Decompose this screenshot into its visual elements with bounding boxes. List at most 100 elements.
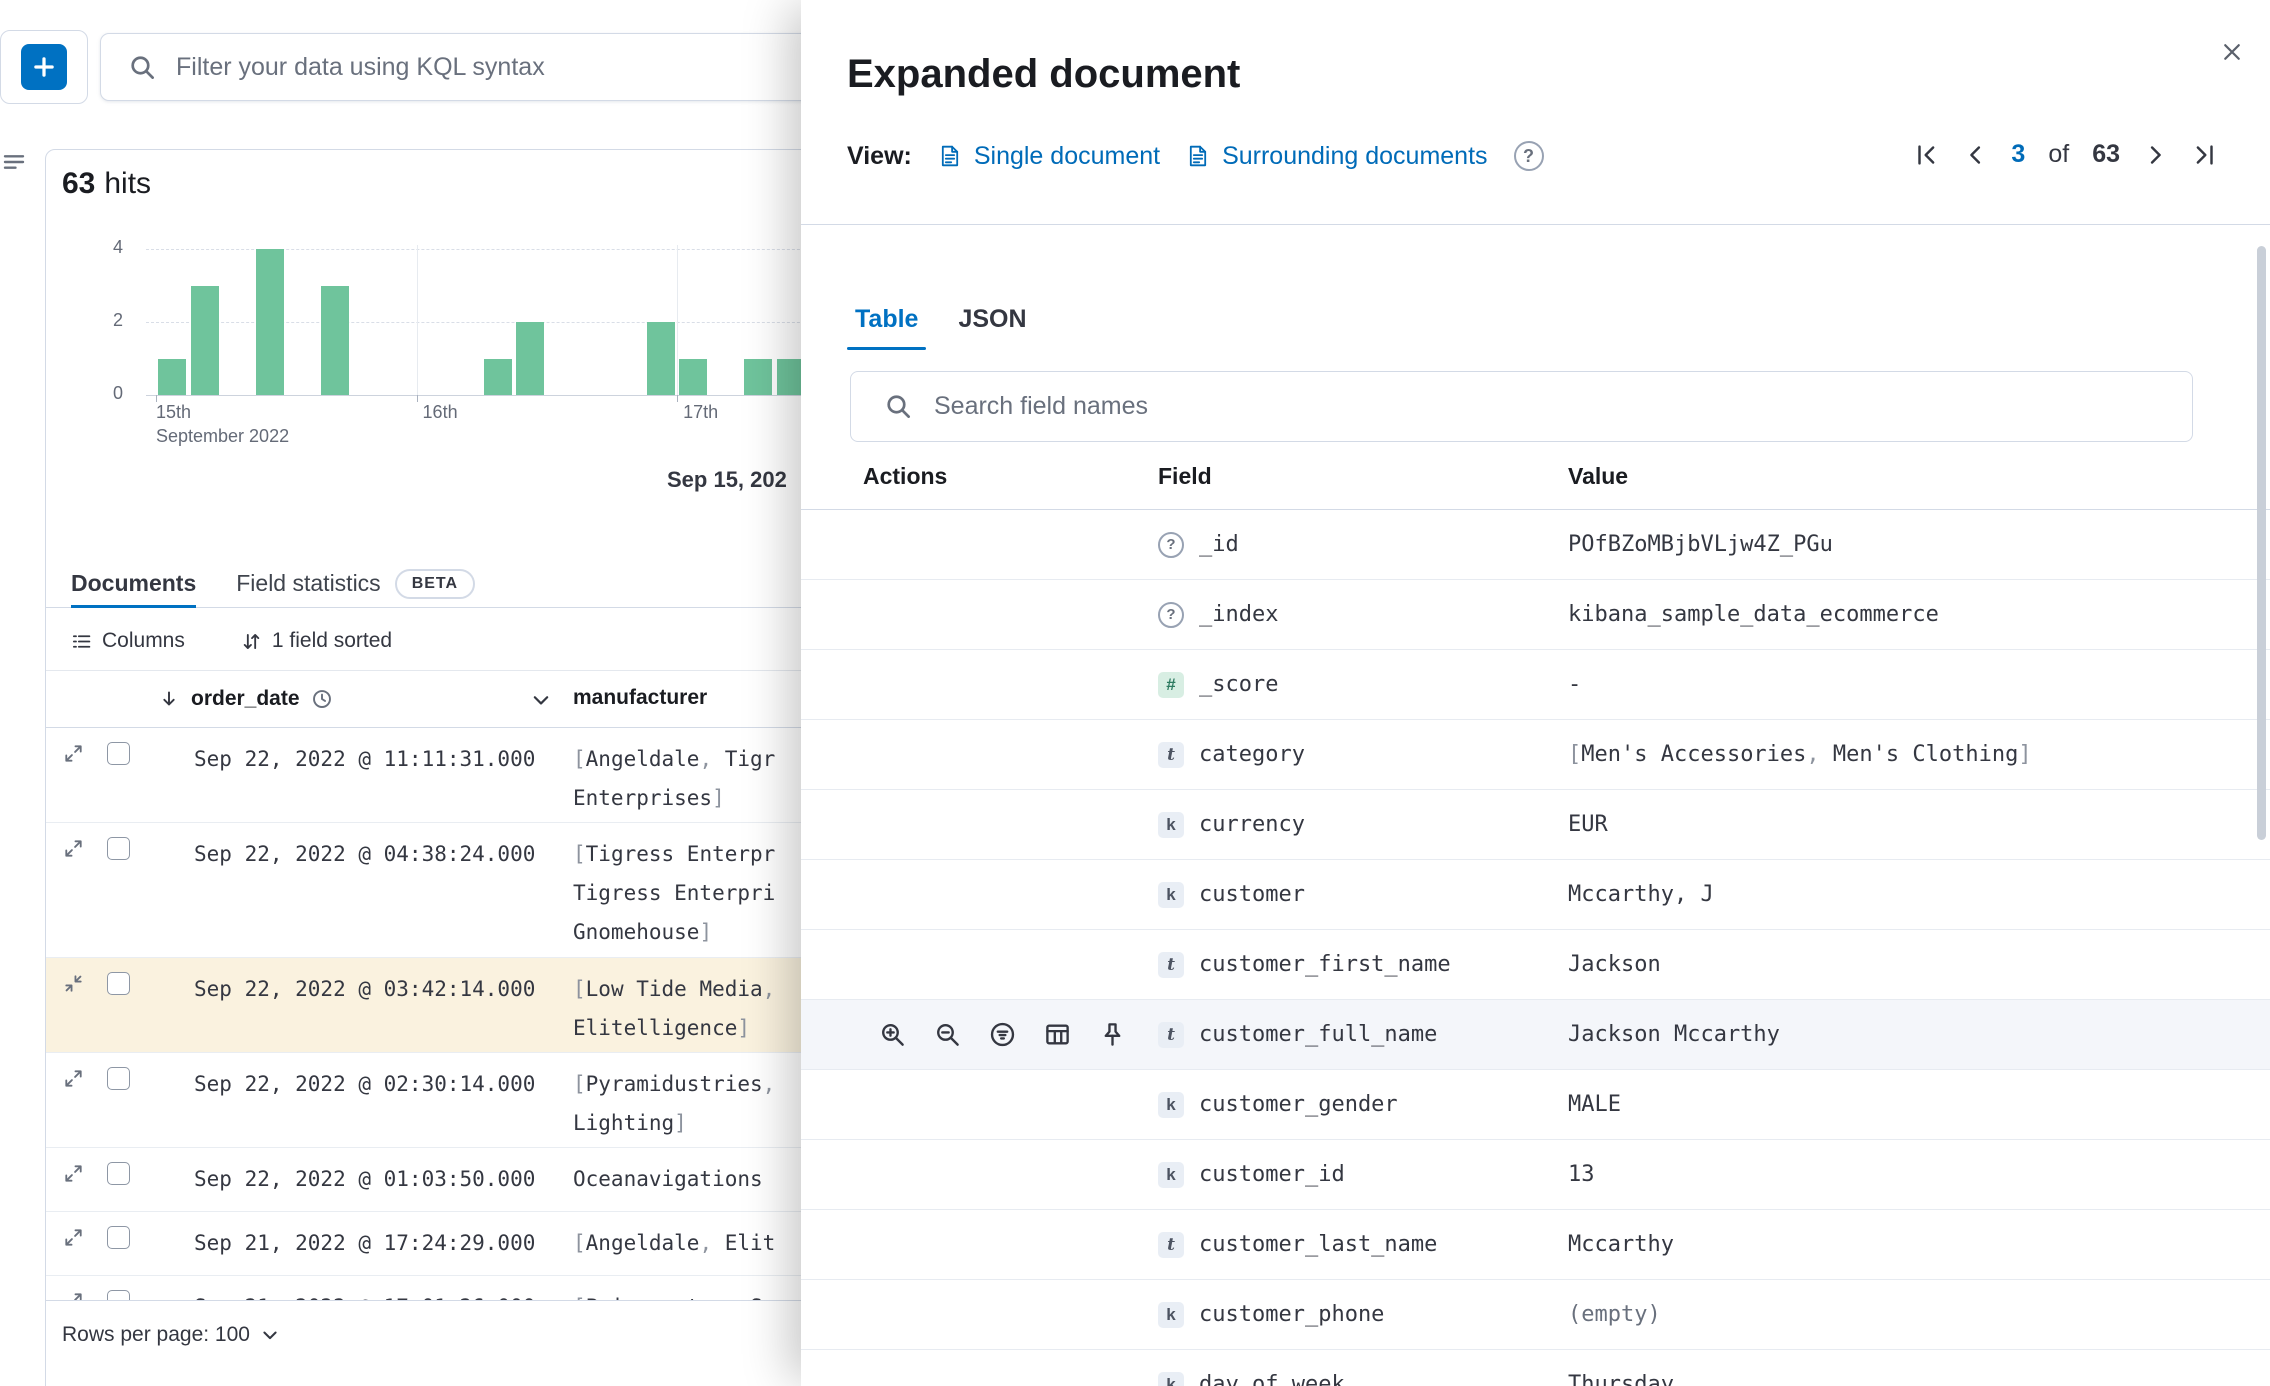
row-checkbox[interactable]	[107, 1226, 130, 1249]
histogram-bar[interactable]	[744, 358, 773, 395]
histogram-bar[interactable]	[320, 285, 349, 395]
column-menu-chevron-icon[interactable]	[530, 689, 552, 711]
keyword-field-icon: k	[1158, 1301, 1184, 1328]
surrounding-documents-link[interactable]: Surrounding documents	[1186, 142, 1488, 171]
discover-app: 63hits 02415thSeptember 202216th17th Sep…	[0, 0, 2270, 1386]
expand-document-icon[interactable]	[63, 838, 84, 859]
histogram-bar[interactable]	[190, 285, 219, 395]
field-row-category[interactable]: t category [Men's Accessories, Men's Cloth…	[801, 720, 2270, 790]
expand-document-icon[interactable]	[63, 973, 84, 994]
field-row-_id[interactable]: ? _id POfBZoMBjbVLjw4Z_PGu	[801, 510, 2270, 580]
x-axis-tick-sublabel: September 2022	[156, 426, 290, 446]
text-field-icon: t	[1158, 1231, 1184, 1258]
help-icon[interactable]: ?	[1513, 141, 1544, 171]
row-checkbox[interactable]	[107, 742, 130, 765]
field-row-currency[interactable]: k currency EUR	[801, 790, 2270, 860]
scrollbar-thumb[interactable]	[2257, 246, 2266, 840]
field-row-customer_phone[interactable]: k customer_phone (empty)	[801, 1280, 2270, 1350]
field-row-customer_first_name[interactable]: t customer_first_name Jackson	[801, 930, 2270, 1000]
histogram-bar[interactable]	[679, 358, 708, 395]
view-label: View:	[847, 141, 912, 170]
field-search-bar[interactable]	[850, 371, 2193, 442]
row-checkbox[interactable]	[107, 837, 130, 860]
document-icon	[1186, 144, 1210, 168]
tab-documents[interactable]: Documents	[71, 560, 197, 608]
row-checkbox[interactable]	[107, 1162, 130, 1185]
field-name: customer_id	[1199, 1162, 1345, 1187]
field-name: customer_gender	[1199, 1092, 1398, 1117]
order-date-cell: Sep 22, 2022 @ 11:11:31.000	[194, 747, 536, 771]
expanded-document-flyout: Expanded document View: Single document …	[801, 0, 2270, 1386]
field-name: category	[1199, 742, 1305, 767]
filter-out-value-icon[interactable]	[934, 1021, 961, 1048]
tab-table[interactable]: Table	[847, 295, 927, 350]
field-value-cell: 13	[1568, 1162, 1595, 1187]
previous-page-icon[interactable]	[1962, 142, 1988, 168]
add-filter-button[interactable]	[21, 44, 67, 90]
columns-icon	[71, 631, 92, 652]
hits-count: 63 hits	[62, 167, 151, 201]
doc-viewer-tabs: Table JSON	[847, 295, 1035, 350]
next-page-icon[interactable]	[2143, 142, 2169, 168]
manufacturer-cell: [Low Tide Media, Elitelligence]	[573, 977, 776, 1040]
field-name-cell: t customer_full_name	[1158, 1021, 1568, 1048]
field-name-cell: k customer_phone	[1158, 1301, 1568, 1328]
field-row-customer_full_name[interactable]: t customer_full_name Jackson Mccarthy	[801, 1000, 2270, 1070]
field-value-cell: Jackson Mccarthy	[1568, 1022, 1780, 1047]
field-row-_score[interactable]: # _score -	[801, 650, 2270, 720]
columns-button[interactable]: Columns	[71, 629, 185, 653]
manufacturer-column-header[interactable]: manufacturer	[573, 686, 707, 710]
search-icon	[885, 393, 912, 420]
current-page[interactable]: 3	[2011, 140, 2025, 169]
row-checkbox[interactable]	[107, 1067, 130, 1090]
field-value-cell: -	[1568, 672, 1582, 697]
panel-menu-icon[interactable]	[2, 150, 26, 174]
expand-document-icon[interactable]	[63, 1068, 84, 1089]
text-field-icon: t	[1158, 741, 1184, 768]
field-row-customer_id[interactable]: k customer_id 13	[801, 1140, 2270, 1210]
pin-field-icon[interactable]	[1099, 1021, 1126, 1048]
fields-table-header: Actions Field Value	[801, 444, 2270, 510]
first-page-icon[interactable]	[1913, 142, 1939, 168]
order-date-column-header[interactable]: order_date	[191, 687, 300, 711]
expand-document-icon[interactable]	[63, 1163, 84, 1184]
manufacturer-cell: [Angeldale, Elit	[573, 1231, 776, 1255]
expand-document-icon[interactable]	[63, 1227, 84, 1248]
field-name-cell: t category	[1158, 741, 1568, 768]
sort-fields-button[interactable]: 1 field sorted	[241, 629, 392, 653]
field-name-cell: k day_of_week	[1158, 1371, 1568, 1386]
y-axis-tick-label: 2	[112, 310, 123, 330]
rows-per-page-button[interactable]: Rows per page: 100	[62, 1323, 280, 1347]
field-row-_index[interactable]: ? _index kibana_sample_data_ecommerce	[801, 580, 2270, 650]
field-row-day_of_week[interactable]: k day_of_week Thursday	[801, 1350, 2270, 1386]
field-row-customer[interactable]: k customer Mccarthy, J	[801, 860, 2270, 930]
field-row-customer_last_name[interactable]: t customer_last_name Mccarthy	[801, 1210, 2270, 1280]
manufacturer-cell: [Tigress Enterpr Tigress Enterpri Gnomehou…	[573, 842, 776, 944]
y-axis-tick-label: 0	[112, 383, 123, 403]
tab-json[interactable]: JSON	[950, 295, 1034, 350]
histogram-bar[interactable]	[646, 322, 675, 395]
tab-field-statistics[interactable]: Field statistics BETA	[236, 560, 476, 607]
field-row-customer_gender[interactable]: k customer_gender MALE	[801, 1070, 2270, 1140]
field-name: day_of_week	[1199, 1372, 1345, 1386]
field-search-input[interactable]	[932, 391, 2170, 422]
field-name-cell: k customer	[1158, 881, 1568, 908]
row-checkbox[interactable]	[107, 972, 130, 995]
field-name: _index	[1199, 602, 1279, 627]
last-page-icon[interactable]	[2192, 142, 2218, 168]
histogram-bar[interactable]	[158, 358, 186, 395]
grid-toolbar: Columns 1 field sorted	[71, 620, 392, 662]
sort-icon	[241, 631, 262, 652]
search-icon	[129, 54, 156, 81]
field-value-cell: MALE	[1568, 1092, 1621, 1117]
expand-document-icon[interactable]	[63, 743, 84, 764]
single-document-link[interactable]: Single document	[938, 142, 1160, 171]
histogram-bar[interactable]	[255, 249, 284, 395]
filter-for-value-icon[interactable]	[879, 1021, 906, 1048]
filter-for-field-present-icon[interactable]	[989, 1021, 1016, 1048]
keyword-field-icon: k	[1158, 1371, 1184, 1386]
histogram-bar[interactable]	[516, 322, 545, 395]
toggle-column-in-table-icon[interactable]	[1044, 1021, 1071, 1048]
close-icon[interactable]	[2210, 30, 2254, 74]
histogram-bar[interactable]	[483, 358, 512, 395]
